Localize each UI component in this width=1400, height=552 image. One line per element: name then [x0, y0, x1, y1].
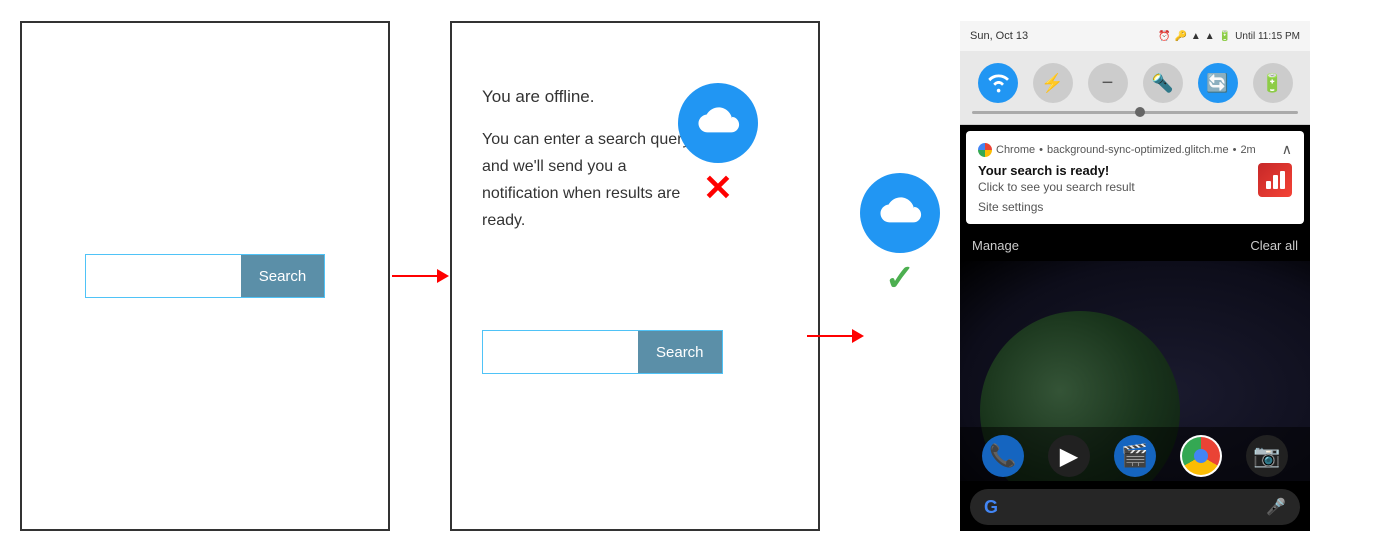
quick-sync-icon[interactable]: 🔄	[1198, 63, 1238, 103]
notification-header: Chrome • background-sync-optimized.glitc…	[978, 141, 1292, 158]
status-bar-icons: ⏰ 🔑 ▲ ▲ 🔋 Until 11:15 PM	[1158, 31, 1300, 42]
manage-button[interactable]: Manage	[972, 238, 1019, 253]
quick-flashlight-icon[interactable]: 🔦	[1143, 63, 1183, 103]
microphone-icon: 🎤	[1266, 497, 1286, 517]
success-icon-area: ✓	[850, 173, 950, 299]
search-button-online[interactable]: Search	[241, 255, 325, 297]
cloud-icon-offline	[678, 83, 758, 163]
status-until: Until 11:15 PM	[1235, 31, 1300, 42]
notif-bar-1	[1266, 181, 1271, 189]
wifi-icon: ▲	[1191, 31, 1201, 42]
brightness-bar[interactable]	[972, 111, 1298, 114]
main-container: Search ✕ You are offline.	[0, 0, 1400, 552]
google-g-logo: G	[984, 497, 998, 518]
search-input-online[interactable]	[86, 255, 241, 297]
search-bar-offline-wrapper: Search	[482, 330, 723, 374]
notification-collapse-icon[interactable]: ∧	[1282, 141, 1292, 158]
arrow-1	[392, 269, 449, 283]
phone-symbol: 📞	[989, 443, 1016, 469]
offline-body: You can enter a search query and we'll s…	[482, 126, 702, 235]
google-search-bar[interactable]: G 🎤	[970, 489, 1300, 525]
arrow-1-container	[390, 269, 450, 283]
battery-symbol: 🔋	[1261, 73, 1283, 94]
manage-bar: Manage Clear all	[960, 230, 1310, 261]
quick-settings-panel: ⚡ − 🔦 🔄 🔋	[960, 51, 1310, 125]
quick-wifi-icon[interactable]	[978, 63, 1018, 103]
notification-dot2: •	[1233, 144, 1237, 156]
dock-chrome-icon[interactable]	[1180, 435, 1222, 477]
arrow-1-head	[437, 269, 449, 283]
cloud-icon-success	[860, 173, 940, 253]
site-settings-link[interactable]: Site settings	[978, 200, 1258, 214]
arrow-1-line	[392, 275, 437, 277]
video-symbol: 🎬	[1121, 443, 1148, 469]
chrome-favicon-icon	[978, 143, 992, 157]
bluetooth-symbol: ⚡	[1041, 73, 1063, 94]
quick-icons-row: ⚡ − 🔦 🔄 🔋	[970, 63, 1300, 103]
dock-camera-icon[interactable]: 📷	[1246, 435, 1288, 477]
panel-offline: ✕ You are offline. You can enter a searc…	[450, 21, 820, 531]
arrow-2-container	[820, 329, 850, 343]
camera-symbol: 📷	[1253, 443, 1280, 469]
notification-site: background-sync-optimized.glitch.me	[1047, 144, 1229, 156]
panel-online: Search	[20, 21, 390, 531]
search-bar-offline: Search	[482, 330, 723, 374]
flashlight-symbol: 🔦	[1151, 73, 1173, 94]
notification-card[interactable]: Chrome • background-sync-optimized.glitc…	[966, 131, 1304, 224]
android-panel: Sun, Oct 13 ⏰ 🔑 ▲ ▲ 🔋 Until 11:15 PM ⚡	[960, 21, 1310, 531]
arrow-2-head	[852, 329, 864, 343]
sync-symbol: 🔄	[1206, 73, 1228, 94]
signal-icon: ▲	[1205, 31, 1215, 42]
status-bar: Sun, Oct 13 ⏰ 🔑 ▲ ▲ 🔋 Until 11:15 PM	[960, 21, 1310, 51]
chrome-center	[1194, 449, 1208, 463]
notification-app-name: Chrome	[996, 144, 1035, 156]
dock-play-icon[interactable]: ▶	[1048, 435, 1090, 477]
notification-dot: •	[1039, 144, 1043, 156]
notification-title: Your search is ready!	[978, 163, 1258, 178]
cloud-svg-offline	[693, 98, 743, 148]
notif-bar-3	[1280, 171, 1285, 189]
dock-phone-icon[interactable]: 📞	[982, 435, 1024, 477]
arrow-2	[807, 329, 864, 343]
clear-all-button[interactable]: Clear all	[1250, 238, 1298, 253]
search-button-offline[interactable]: Search	[638, 331, 722, 373]
chrome-ring	[1182, 437, 1220, 475]
search-input-offline[interactable]	[483, 331, 638, 373]
status-date: Sun, Oct 13	[970, 30, 1028, 42]
panel1-content: Search	[22, 23, 388, 529]
quick-dnd-icon[interactable]: −	[1088, 63, 1128, 103]
quick-battery-icon[interactable]: 🔋	[1253, 63, 1293, 103]
bottom-dock: 📞 ▶ 🎬 📷 G 🎤	[960, 427, 1310, 531]
notification-body: Click to see you search result	[978, 180, 1258, 194]
battery-icon: 🔋	[1219, 31, 1231, 42]
notification-app-icon	[1258, 163, 1292, 197]
notif-bar-2	[1273, 175, 1278, 189]
cloud-svg-success	[875, 188, 925, 238]
quick-bluetooth-icon[interactable]: ⚡	[1033, 63, 1073, 103]
notification-text-col: Your search is ready! Click to see you s…	[978, 163, 1258, 214]
dock-icons-row: 📞 ▶ 🎬 📷	[960, 427, 1310, 485]
panel2-content: ✕ You are offline. You can enter a searc…	[452, 23, 818, 529]
dock-video-icon[interactable]: 🎬	[1114, 435, 1156, 477]
offline-title: You are offline.	[482, 83, 702, 112]
notif-bars-icon	[1266, 171, 1285, 189]
notification-row: Your search is ready! Click to see you s…	[978, 163, 1292, 214]
notification-header-left: Chrome • background-sync-optimized.glitc…	[978, 143, 1256, 157]
notification-time: 2m	[1240, 144, 1255, 156]
alarm-icon: ⏰	[1158, 31, 1170, 42]
dnd-symbol: −	[1102, 72, 1114, 95]
offline-icon-area: ✕	[678, 83, 758, 209]
offline-text-area: You are offline. You can enter a search …	[482, 83, 702, 235]
x-mark-icon: ✕	[703, 167, 733, 209]
arrow-2-line	[807, 335, 852, 337]
vpn-icon: 🔑	[1174, 31, 1186, 42]
search-bar-online: Search	[85, 254, 326, 298]
play-symbol: ▶	[1060, 442, 1078, 471]
check-mark-icon: ✓	[885, 257, 915, 299]
